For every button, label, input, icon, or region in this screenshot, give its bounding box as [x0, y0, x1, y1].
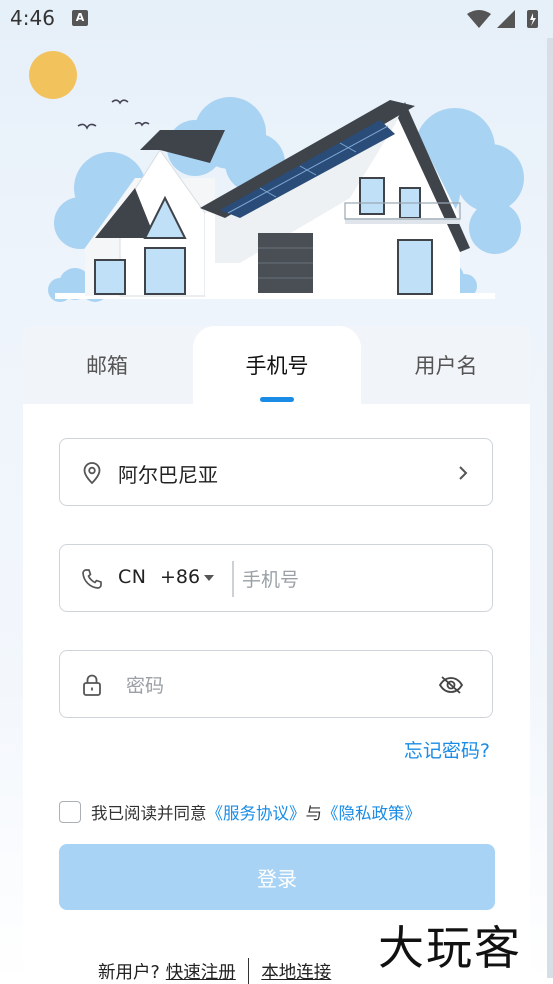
- local-connect-link[interactable]: 本地连接: [261, 959, 331, 984]
- sun-icon: [29, 51, 77, 99]
- tab-email-label: 邮箱: [86, 354, 128, 378]
- terms-link[interactable]: 《服务协议》: [207, 804, 306, 823]
- register-link[interactable]: 快速注册: [166, 959, 236, 984]
- login-button[interactable]: 登录: [59, 844, 495, 910]
- agreement-text: 我已阅读并同意《服务协议》与《隐私政策》: [91, 800, 421, 824]
- privacy-link[interactable]: 《隐私政策》: [322, 804, 421, 823]
- footer: 新用户? 快速注册 本地连接: [98, 958, 331, 984]
- birds-icon: [77, 99, 150, 130]
- phone-input[interactable]: [240, 559, 484, 601]
- house-illustration: [29, 51, 524, 302]
- dial-code[interactable]: +86: [160, 566, 200, 588]
- forgot-password-link[interactable]: 忘记密码?: [404, 736, 490, 763]
- watermark: 大玩客: [378, 921, 522, 975]
- agreement-prefix: 我已阅读并同意: [91, 804, 207, 823]
- tab-phone[interactable]: 手机号: [193, 326, 361, 404]
- divider: [232, 561, 234, 597]
- password-input[interactable]: [124, 665, 428, 707]
- password-field: [59, 650, 493, 718]
- login-method-tabs: 邮箱 手机号 用户名: [23, 326, 530, 404]
- status-time: 4:46: [10, 6, 55, 30]
- country-code[interactable]: CN: [118, 566, 146, 588]
- new-user-label: 新用户?: [98, 962, 160, 983]
- eye-hidden-icon[interactable]: [438, 674, 464, 696]
- tab-username-label: 用户名: [414, 354, 478, 378]
- phone-icon: [82, 569, 102, 589]
- login-card: 邮箱 手机号 用户名 阿尔巴尼亚 CN +86 手机号 忘记密码? 我已阅读并同…: [23, 326, 530, 976]
- agreement-conjunction: 与: [305, 804, 323, 823]
- status-bar: 4:46 A: [0, 0, 553, 38]
- region-value: 阿尔巴尼亚: [118, 463, 218, 487]
- status-icons: [467, 10, 538, 28]
- tab-username[interactable]: 用户名: [362, 326, 530, 404]
- lock-icon: [83, 674, 101, 696]
- chevron-right-icon: [459, 466, 468, 480]
- tab-email[interactable]: 邮箱: [23, 326, 191, 404]
- signal-icon: [497, 10, 515, 28]
- active-tab-indicator: [260, 397, 294, 402]
- wifi-icon: [467, 10, 491, 28]
- notification-icon: A: [72, 10, 88, 26]
- phone-field: CN +86: [59, 544, 493, 612]
- footer-divider: [247, 958, 250, 984]
- agreement-checkbox[interactable]: [59, 801, 81, 823]
- region-selector[interactable]: 阿尔巴尼亚: [59, 438, 493, 506]
- caret-down-icon[interactable]: [204, 575, 214, 581]
- tab-phone-label: 手机号: [245, 354, 309, 378]
- location-pin-icon: [83, 462, 101, 485]
- agreement-row: 我已阅读并同意《服务协议》与《隐私政策》: [59, 798, 421, 826]
